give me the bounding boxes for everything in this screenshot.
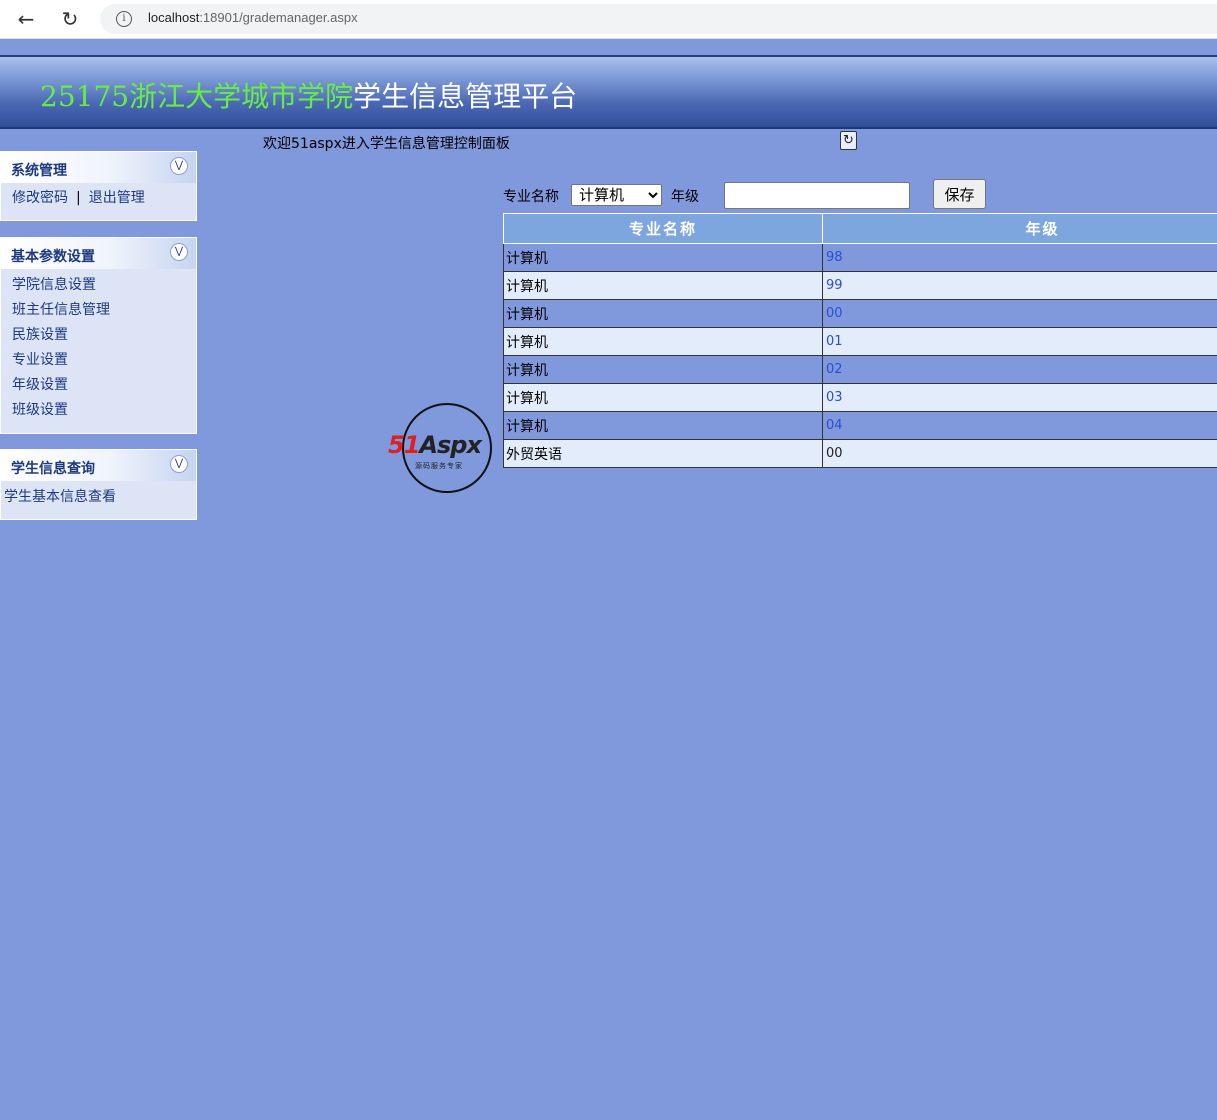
refresh-icon[interactable]: ↻ (840, 131, 857, 150)
site-title-platform: 学生信息管理平台 (353, 80, 578, 113)
sidebar-item-grade[interactable]: 年级设置 (1, 373, 196, 398)
cell-grade-link[interactable]: 98 (822, 243, 1217, 272)
panel-params-header[interactable]: 基本参数设置 ⋁ (1, 238, 196, 269)
major-select[interactable]: 计算机 (571, 184, 662, 206)
cell-grade[interactable]: 03 (822, 383, 1217, 412)
logout-link[interactable]: 退出管理 (89, 190, 145, 206)
sidebar-item-class[interactable]: 班级设置 (1, 398, 196, 423)
cell-grade-link[interactable]: 02 (822, 355, 1217, 384)
51aspx-logo: 51Aspx 源码服务专家 (388, 403, 508, 495)
column-header-major: 专业名称 (503, 213, 823, 244)
panel-query-title: 学生信息查询 (11, 461, 95, 477)
cell-grade-link[interactable]: 04 (822, 411, 1217, 440)
header-banner: 25175浙江大学城市学院学生信息管理平台 (0, 57, 1217, 129)
url-path: :18901/grademanager.aspx (199, 10, 358, 25)
cell-major: 计算机 (503, 327, 823, 356)
save-button[interactable]: 保存 (933, 179, 986, 209)
table-row[interactable]: 计算机 03 (503, 383, 1217, 412)
table-row[interactable]: 计算机 02 (503, 355, 1217, 384)
table-header-row: 专业名称 年级 (503, 213, 1217, 244)
sidebar-item-major[interactable]: 专业设置 (1, 348, 196, 373)
cell-major: 计算机 (503, 383, 823, 412)
site-title-school: 25175浙江大学城市学院 (40, 80, 354, 113)
sidebar-item-student-info[interactable]: 学生基本信息查看 (1, 485, 196, 510)
table-row[interactable]: 外贸英语 00 (503, 439, 1217, 468)
collapse-icon[interactable]: ⋁ (170, 157, 188, 175)
sidebar-item-ethnicity[interactable]: 民族设置 (1, 323, 196, 348)
url-text: localhost:18901/grademanager.aspx (148, 10, 358, 25)
reload-icon[interactable]: ↻ (56, 6, 84, 32)
major-label: 专业名称 (503, 189, 559, 205)
info-icon[interactable]: i (116, 11, 132, 27)
logo-wordmark: 51Aspx (388, 431, 482, 459)
back-arrow-icon[interactable]: ← (12, 6, 40, 32)
table-row[interactable]: 计算机 99 (503, 271, 1217, 300)
address-bar[interactable]: i localhost:18901/grademanager.aspx (100, 4, 1217, 34)
query-list: 学生基本信息查看 (1, 481, 196, 516)
panel-system: 系统管理 ⋁ 修改密码 | 退出管理 (0, 151, 197, 221)
panel-params-title: 基本参数设置 (11, 249, 95, 265)
panel-query: 学生信息查询 ⋁ 学生基本信息查看 (0, 449, 197, 520)
sidebar-item-head-teacher[interactable]: 班主任信息管理 (1, 298, 196, 323)
browser-toolbar: ← ↻ i localhost:18901/grademanager.aspx (0, 0, 1217, 39)
cell-major: 计算机 (503, 271, 823, 300)
site-title: 25175浙江大学城市学院学生信息管理平台 (40, 75, 577, 115)
url-host: localhost (148, 10, 200, 25)
table-row[interactable]: 计算机 98 (503, 243, 1217, 272)
cell-major: 计算机 (503, 299, 823, 328)
welcome-text: 欢迎51aspx进入学生信息管理控制面板 (263, 136, 510, 152)
panel-system-title: 系统管理 (11, 163, 67, 179)
collapse-icon[interactable]: ⋁ (170, 455, 188, 473)
params-list: 学院信息设置 班主任信息管理 民族设置 专业设置 年级设置 班级设置 (1, 269, 196, 429)
cell-major: 计算机 (503, 243, 823, 272)
cell-grade[interactable]: 00 (822, 439, 1217, 468)
sidebar-item-college[interactable]: 学院信息设置 (1, 273, 196, 298)
table-row[interactable]: 计算机 00 (503, 299, 1217, 328)
table-row[interactable]: 计算机 01 (503, 327, 1217, 356)
grade-input[interactable] (724, 182, 910, 209)
panel-params: 基本参数设置 ⋁ 学院信息设置 班主任信息管理 民族设置 专业设置 年级设置 班… (0, 237, 197, 434)
cell-major: 外贸英语 (503, 439, 823, 468)
cell-grade-link[interactable]: 00 (822, 299, 1217, 328)
cell-grade[interactable]: 99 (822, 271, 1217, 300)
header-top-strip (0, 39, 1217, 57)
cell-grade[interactable]: 01 (822, 327, 1217, 356)
collapse-icon[interactable]: ⋁ (170, 243, 188, 261)
grade-label: 年级 (671, 189, 699, 205)
table-row[interactable]: 计算机 04 (503, 411, 1217, 440)
cell-major: 计算机 (503, 411, 823, 440)
logo-subtitle: 源码服务专家 (415, 462, 463, 470)
change-password-link[interactable]: 修改密码 (12, 190, 68, 206)
grade-table: 专业名称 年级 计算机 98 计算机 99 计算机 00 计算机 01 计算机 … (503, 213, 1217, 468)
cell-major: 计算机 (503, 355, 823, 384)
column-header-grade: 年级 (822, 213, 1217, 244)
system-links: 修改密码 | 退出管理 (1, 183, 196, 213)
panel-query-header[interactable]: 学生信息查询 ⋁ (1, 450, 196, 481)
link-separator: | (76, 190, 81, 206)
panel-system-header[interactable]: 系统管理 ⋁ (1, 152, 196, 183)
